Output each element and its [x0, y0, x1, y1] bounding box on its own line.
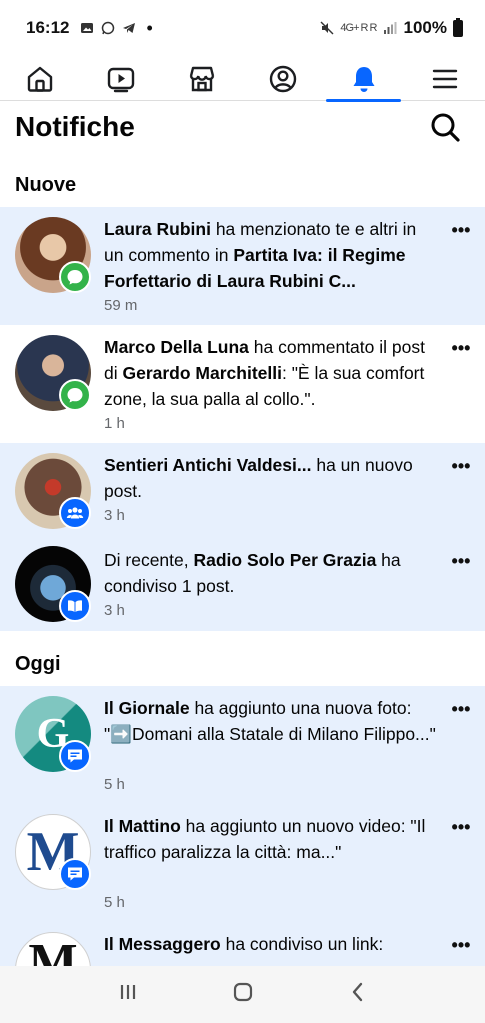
- section-title-today: Oggi: [15, 653, 61, 675]
- more-options-button[interactable]: •••: [449, 221, 473, 239]
- status-time: 16:12: [26, 18, 70, 37]
- search-icon: [431, 113, 460, 142]
- battery-icon: [453, 17, 463, 37]
- top-navigation: [0, 56, 485, 102]
- status-bar: 16:12 • 4G+ R R 100%: [0, 0, 485, 56]
- more-options-button[interactable]: •••: [449, 936, 473, 954]
- comment-badge: [59, 261, 91, 293]
- notification-text: Il Giornale ha aggiunto una nuova foto: …: [104, 698, 436, 744]
- nav-menu[interactable]: [404, 56, 485, 101]
- nav-home[interactable]: [0, 56, 81, 101]
- notification-time: 3 h: [104, 602, 125, 619]
- news-badge: [59, 858, 91, 890]
- back-button[interactable]: [345, 979, 371, 1010]
- bell-icon: [353, 66, 375, 92]
- notification-item[interactable]: Di recente, Radio Solo Per Grazia ha con…: [0, 536, 485, 631]
- comment-badge: [59, 379, 91, 411]
- search-button[interactable]: [428, 110, 462, 144]
- menu-icon: [432, 69, 457, 88]
- more-options-button[interactable]: •••: [449, 339, 473, 357]
- notification-text: Il Messaggero ha condiviso un link:: [104, 934, 384, 954]
- telegram-icon: [121, 21, 136, 35]
- comment-icon: [67, 270, 83, 285]
- group-icon: [66, 507, 84, 519]
- nav-marketplace[interactable]: [162, 56, 243, 101]
- avatar-letter: M: [28, 934, 78, 966]
- notification-time: 3 h: [104, 507, 125, 524]
- page-icon: [68, 600, 82, 612]
- group-badge: [59, 497, 91, 529]
- home-system-button[interactable]: [230, 979, 256, 1010]
- more-options-button[interactable]: •••: [449, 552, 473, 570]
- recent-apps-icon: [120, 985, 135, 999]
- notification-text: Laura Rubini ha menzionato te e altri in…: [104, 219, 417, 291]
- notification-text: Di recente, Radio Solo Per Grazia ha con…: [104, 550, 401, 596]
- news-icon: [68, 749, 82, 763]
- notification-time: 5 h: [104, 776, 125, 793]
- back-chevron-icon: [352, 982, 362, 1002]
- page-title: Notifiche: [15, 111, 135, 142]
- notification-item[interactable]: M Il Messaggero ha condiviso un link: ••…: [0, 922, 485, 966]
- whatsapp-icon: [100, 21, 115, 35]
- notification-item[interactable]: Marco Della Luna ha commentato il post d…: [0, 325, 485, 443]
- home-icon: [28, 66, 53, 92]
- video-icon: [108, 67, 135, 92]
- signal-icon: [383, 21, 398, 35]
- nav-profile[interactable]: [242, 56, 323, 101]
- home-circle-icon: [233, 982, 252, 1002]
- notification-item[interactable]: G Il Giornale ha aggiunto una nuova foto…: [0, 686, 485, 804]
- notification-text: Il Mattino ha aggiunto un nuovo video: "…: [104, 816, 426, 862]
- nav-video[interactable]: [81, 56, 162, 101]
- notification-time: 5 h: [104, 894, 125, 911]
- gallery-icon: [79, 21, 94, 35]
- section-title-new: Nuove: [15, 174, 77, 196]
- battery-level: 100%: [403, 18, 447, 37]
- notification-time: 59 m: [104, 297, 138, 314]
- avatar: M: [15, 932, 91, 966]
- marketplace-icon: [189, 66, 215, 91]
- notification-item[interactable]: Sentieri Antichi Valdesi... ha un nuovo …: [0, 443, 485, 536]
- recent-apps-button[interactable]: [115, 979, 141, 1010]
- notification-dot-icon: •: [146, 17, 153, 38]
- notification-item[interactable]: Laura Rubini ha menzionato te e altri in…: [0, 207, 485, 325]
- more-options-button[interactable]: •••: [449, 700, 473, 718]
- notification-time: 1 h: [104, 415, 125, 432]
- news-badge: [59, 740, 91, 772]
- notification-item[interactable]: M Il Mattino ha aggiunto un nuovo video:…: [0, 804, 485, 922]
- comment-icon: [67, 388, 83, 403]
- system-navigation-bar: [0, 966, 485, 1023]
- notification-text: Marco Della Luna ha commentato il post d…: [104, 337, 425, 409]
- more-options-button[interactable]: •••: [449, 818, 473, 836]
- notification-text: Sentieri Antichi Valdesi... ha un nuovo …: [104, 455, 413, 501]
- more-options-button[interactable]: •••: [449, 457, 473, 475]
- signal-text: 4G+ R R: [340, 22, 377, 34]
- mute-icon: [319, 21, 334, 35]
- nav-notifications[interactable]: [323, 56, 404, 102]
- profile-icon: [269, 65, 297, 92]
- news-icon: [68, 867, 82, 881]
- page-badge: [59, 590, 91, 622]
